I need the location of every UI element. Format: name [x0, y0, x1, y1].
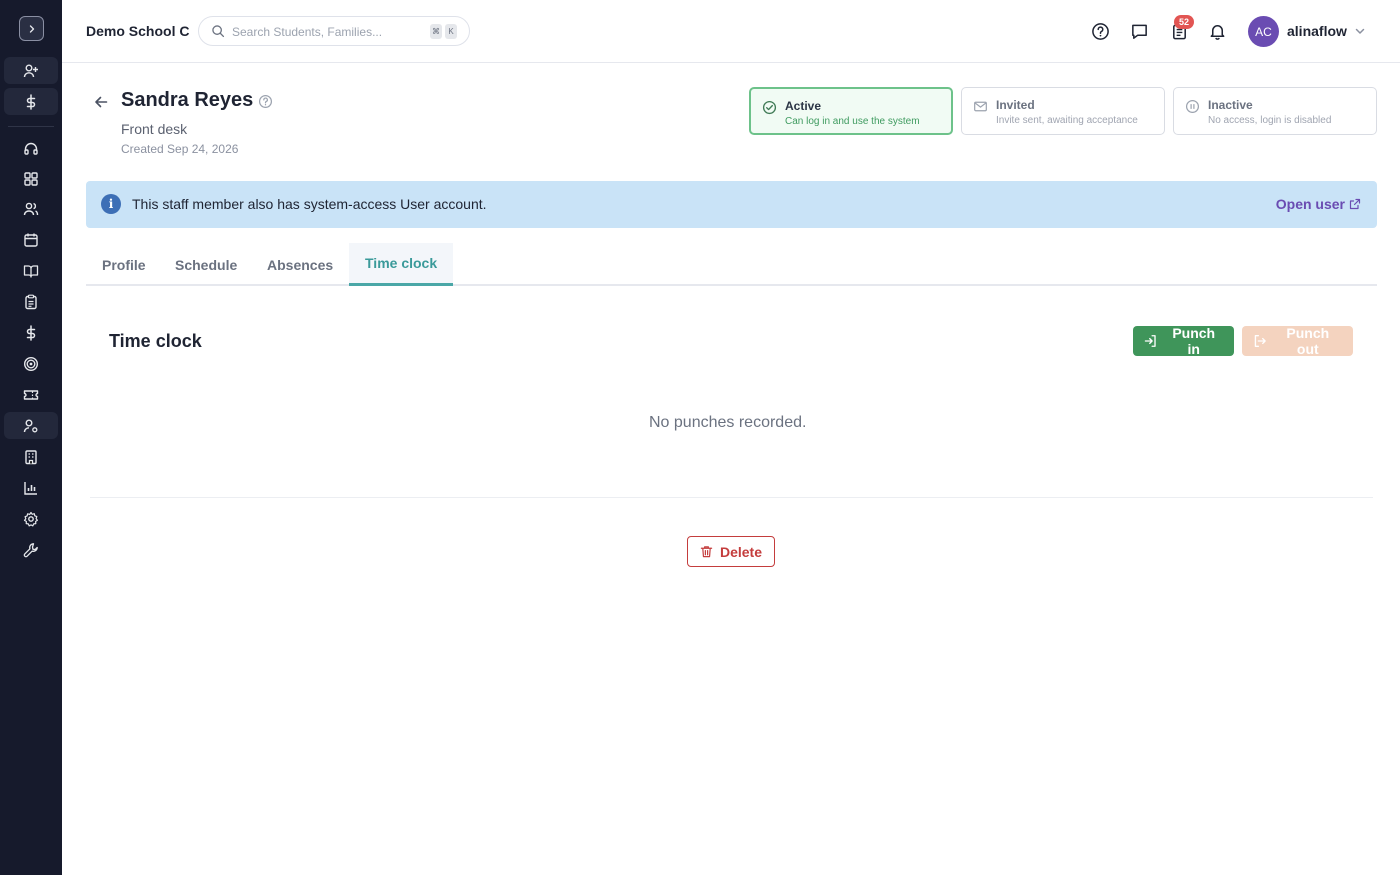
- sidebar-item-add-user[interactable]: [4, 57, 58, 84]
- bar-chart-icon: [24, 481, 37, 495]
- status-description: Invite sent, awaiting acceptance: [996, 115, 1138, 126]
- login-icon: [1144, 335, 1156, 347]
- status-option-inactive[interactable]: Inactive No access, login is disabled: [1173, 87, 1377, 135]
- help-button[interactable]: [1089, 20, 1111, 42]
- building-icon: [25, 449, 37, 464]
- users-icon: [23, 202, 39, 215]
- sidebar-item-payments[interactable]: [4, 319, 58, 346]
- open-user-link[interactable]: Open user: [1276, 196, 1361, 212]
- sidebar-item-staff[interactable]: [4, 412, 58, 439]
- sidebar-item-settings[interactable]: [4, 505, 58, 532]
- sidebar-item-goals[interactable]: [4, 350, 58, 377]
- sidebar-divider: [8, 126, 54, 127]
- punch-in-button[interactable]: Punch in: [1133, 325, 1234, 357]
- username[interactable]: alinaflow: [1287, 23, 1347, 39]
- trash-icon: [700, 546, 713, 558]
- shortcut-mod-key: ⌘: [430, 24, 442, 39]
- back-arrow-icon[interactable]: [93, 94, 109, 110]
- headset-icon: [24, 142, 38, 155]
- sidebar-item-tools[interactable]: [4, 536, 58, 563]
- punch-out-button[interactable]: Punch out: [1242, 325, 1353, 357]
- delete-button[interactable]: Delete: [687, 536, 775, 567]
- dollar-icon: [26, 324, 36, 341]
- tasks-count-badge: 52: [1174, 15, 1194, 29]
- clipboard-icon: [25, 294, 37, 309]
- sidebar-expand-button[interactable]: [19, 16, 44, 41]
- delete-label: Delete: [719, 543, 763, 560]
- sidebar-item-courses[interactable]: [4, 257, 58, 284]
- banner-text: This staff member also has system-access…: [132, 196, 487, 212]
- punch-in-label: Punch in: [1172, 325, 1216, 357]
- tab-time-clock[interactable]: Time clock: [349, 243, 454, 286]
- sidebar-item-events[interactable]: [4, 381, 58, 408]
- messages-button[interactable]: [1128, 20, 1150, 42]
- sidebar-item-dashboard[interactable]: [4, 165, 58, 192]
- tab-bar: Profile Schedule Absences Time clock: [86, 243, 1377, 286]
- open-user-label: Open user: [1275, 196, 1345, 212]
- divider: [90, 497, 1373, 498]
- school-name: Demo School C: [86, 23, 190, 39]
- sidebar-item-attendance[interactable]: [4, 288, 58, 315]
- dollar-icon: [26, 93, 36, 110]
- gear-icon: [23, 511, 38, 526]
- status-title: Inactive: [1208, 98, 1253, 112]
- search-icon: [212, 25, 225, 38]
- chat-icon: [1131, 24, 1147, 39]
- book-icon: [23, 264, 39, 278]
- shortcut-k-key: K: [445, 24, 457, 39]
- chevron-down-icon[interactable]: [1354, 25, 1366, 37]
- punch-out-label: Punch out: [1286, 325, 1330, 357]
- page-title: Sandra Reyes: [121, 89, 254, 111]
- help-circle-icon[interactable]: [258, 94, 273, 109]
- sidebar-item-locations[interactable]: [4, 443, 58, 470]
- pause-circle-icon: [1185, 99, 1200, 114]
- wrench-icon: [23, 542, 38, 557]
- empty-state-text: No punches recorded.: [649, 414, 807, 431]
- help-circle-icon: [1091, 22, 1109, 40]
- calendar-icon: [24, 233, 38, 247]
- search-input[interactable]: [232, 22, 422, 41]
- tab-schedule[interactable]: Schedule: [159, 243, 253, 286]
- bell-icon: [1210, 24, 1224, 40]
- info-icon: i: [101, 194, 121, 214]
- notifications-button[interactable]: [1206, 20, 1228, 42]
- sidebar-item-reports[interactable]: [4, 474, 58, 501]
- created-date: Created Sep 24, 2026: [121, 142, 239, 156]
- logout-icon: [1254, 334, 1266, 348]
- status-option-invited[interactable]: Invited Invite sent, awaiting acceptance: [961, 87, 1165, 135]
- ticket-icon: [23, 389, 39, 400]
- status-title: Active: [785, 99, 822, 113]
- sidebar-item-calendar[interactable]: [4, 226, 58, 253]
- staff-role: Front desk: [121, 121, 188, 137]
- info-banner: i This staff member also has system-acce…: [86, 181, 1377, 228]
- user-plus-icon: [23, 64, 38, 77]
- avatar[interactable]: AC: [1248, 16, 1279, 47]
- grid-icon: [24, 171, 38, 186]
- search-box[interactable]: ⌘ K: [198, 16, 470, 46]
- chevron-right-icon: [29, 24, 34, 33]
- tab-absences[interactable]: Absences: [251, 243, 349, 286]
- mail-icon: [974, 101, 987, 112]
- sidebar-item-support[interactable]: [4, 135, 58, 162]
- section-title: Time clock: [109, 331, 202, 351]
- external-link-icon: [1349, 198, 1361, 210]
- status-option-active[interactable]: Active Can log in and use the system: [749, 87, 953, 135]
- status-description: No access, login is disabled: [1208, 115, 1332, 126]
- sidebar-item-billing[interactable]: [4, 88, 58, 115]
- sidebar: [0, 0, 62, 875]
- status-description: Can log in and use the system: [785, 116, 920, 127]
- status-title: Invited: [996, 98, 1035, 112]
- user-settings-icon: [23, 419, 38, 432]
- topbar: Demo School C ⌘ K 52 AC alinaflow: [62, 0, 1400, 63]
- tab-profile[interactable]: Profile: [86, 243, 162, 286]
- target-icon: [23, 356, 39, 371]
- sidebar-item-people[interactable]: [4, 195, 58, 222]
- check-circle-icon: [762, 100, 777, 115]
